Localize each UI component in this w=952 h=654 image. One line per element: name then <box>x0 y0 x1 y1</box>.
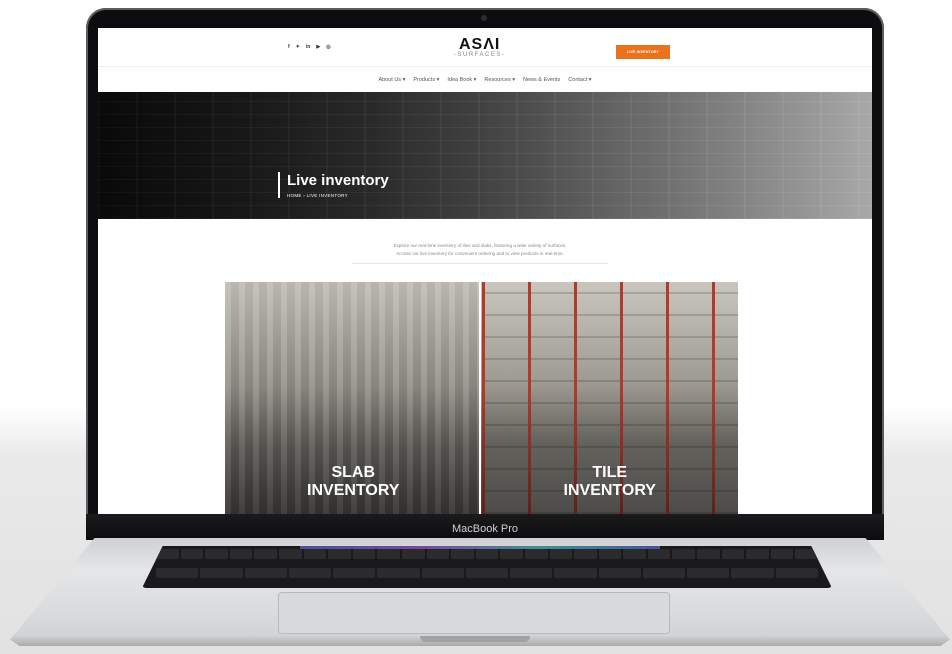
nav-item-idea-book[interactable]: Idea Book ▾ <box>447 77 476 83</box>
key <box>288 568 332 578</box>
key <box>205 549 228 559</box>
breadcrumb[interactable]: HOME › LIVE INVENTORY <box>287 193 389 198</box>
main-nav: About Us ▾ Products ▾ Idea Book ▾ Resour… <box>98 66 872 92</box>
key <box>451 549 474 559</box>
key <box>524 549 548 559</box>
tile-inventory-card[interactable]: TILE INVENTORY <box>481 282 739 514</box>
key <box>244 568 287 578</box>
site-logo[interactable]: ASΛI -SURFACES- <box>454 36 506 59</box>
nav-item-contact[interactable]: Contact ▾ <box>568 77 591 83</box>
card-divider <box>479 282 481 514</box>
key <box>465 568 509 578</box>
twitter-icon[interactable]: ✦ <box>296 44 300 50</box>
slab-card-label: SLAB INVENTORY <box>225 464 482 500</box>
key <box>775 568 818 578</box>
key <box>401 549 425 559</box>
key <box>200 568 243 578</box>
camera-icon <box>481 15 487 21</box>
key <box>672 549 696 559</box>
browser-screen: f ✦ in ▶ ◎ ASΛI -SURFACES- LIVE INVENTOR… <box>98 28 872 514</box>
key <box>377 549 400 559</box>
keyboard <box>142 546 832 588</box>
key <box>254 549 277 559</box>
nav-item-about[interactable]: About Us ▾ <box>378 77 405 83</box>
intro-text: Explore our real-time inventory of tiles… <box>352 242 608 264</box>
youtube-icon[interactable]: ▶ <box>316 44 320 50</box>
key <box>731 568 774 578</box>
key <box>574 549 597 559</box>
nav-item-resources[interactable]: Resources ▾ <box>484 77 515 83</box>
key <box>426 549 450 559</box>
key <box>328 549 351 559</box>
facebook-icon[interactable]: f <box>288 44 290 50</box>
key <box>697 549 720 559</box>
slab-card-line-1: SLAB <box>331 464 376 481</box>
slab-inventory-card[interactable]: SLAB INVENTORY <box>225 282 482 514</box>
hero-banner: Live inventory HOME › LIVE INVENTORY <box>98 92 872 219</box>
touch-bar <box>300 546 660 549</box>
logo-wordmark: ASΛI <box>459 36 501 53</box>
key <box>549 549 573 559</box>
slab-card-line-2: INVENTORY <box>307 482 400 499</box>
key <box>721 549 745 559</box>
key <box>278 549 302 559</box>
key <box>303 549 327 559</box>
nav-item-news[interactable]: News & Events <box>523 77 560 83</box>
key <box>770 549 794 559</box>
key <box>500 549 523 559</box>
key <box>623 549 646 559</box>
key <box>510 568 553 578</box>
key <box>598 549 622 559</box>
key <box>229 549 253 559</box>
laptop-chin: MacBook Pro <box>86 514 884 540</box>
page-title: Live inventory <box>287 172 389 189</box>
intro-line-2: Access our live inventory for convenient… <box>396 251 564 256</box>
live-inventory-button[interactable]: LIVE INVENTORY <box>616 45 670 59</box>
intro-divider <box>352 263 608 264</box>
key <box>180 549 204 559</box>
site-header: f ✦ in ▶ ◎ ASΛI -SURFACES- LIVE INVENTOR… <box>98 28 872 66</box>
tile-card-line-1: TILE <box>592 464 628 481</box>
key <box>156 568 199 578</box>
key <box>475 549 499 559</box>
key <box>377 568 420 578</box>
instagram-icon[interactable]: ◎ <box>326 44 330 50</box>
key <box>746 549 769 559</box>
key <box>352 549 376 559</box>
tile-card-line-2: INVENTORY <box>563 482 656 499</box>
tile-card-label: TILE INVENTORY <box>482 464 739 500</box>
linkedin-icon[interactable]: in <box>306 44 310 50</box>
hero-text: Live inventory HOME › LIVE INVENTORY <box>278 172 389 198</box>
trackpad <box>278 592 670 634</box>
key <box>647 549 671 559</box>
key <box>642 568 686 578</box>
key <box>554 568 597 578</box>
social-links: f ✦ in ▶ ◎ <box>288 44 331 50</box>
key <box>687 568 730 578</box>
intro-line-1: Explore our real-time inventory of tiles… <box>393 243 567 248</box>
logo-tagline: -SURFACES- <box>454 52 506 58</box>
inventory-cards: SLAB INVENTORY TILE INVENTORY <box>225 282 738 514</box>
key <box>598 568 641 578</box>
lid-notch <box>420 636 530 642</box>
nav-item-products[interactable]: Products ▾ <box>413 77 439 83</box>
key <box>333 568 376 578</box>
key <box>421 568 464 578</box>
